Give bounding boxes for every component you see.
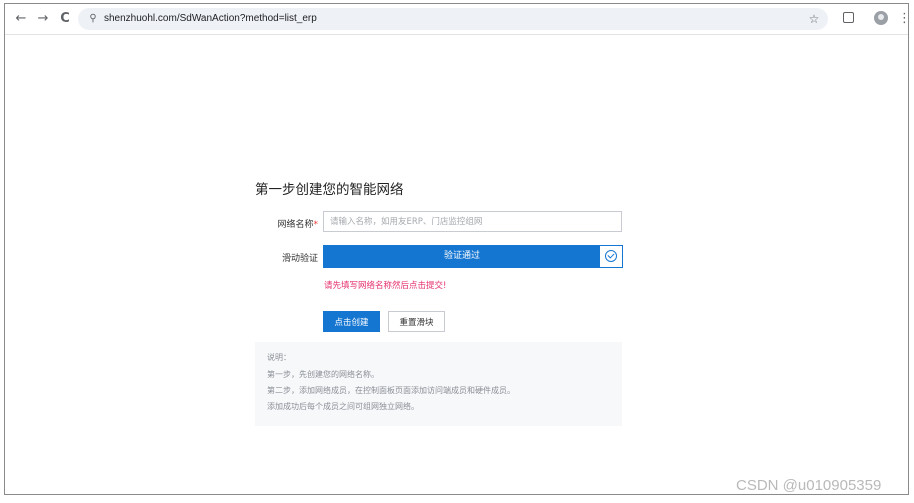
bookmark-star-icon[interactable]: ☆	[806, 10, 822, 28]
check-circle-icon	[605, 250, 617, 262]
site-info-icon[interactable]: ⚲	[86, 11, 100, 27]
back-icon[interactable]: ←	[13, 11, 29, 27]
extensions-icon[interactable]	[843, 12, 854, 23]
profile-avatar[interactable]	[874, 11, 888, 25]
instructions-panel: 说明： 第一步，先创建您的网络名称。 第二步，添加网络成员，在控制面板页面添加访…	[255, 342, 622, 426]
network-name-label: 网络名称*	[277, 220, 319, 230]
validation-warning: 请先填写网络名称然后点击提交!	[324, 281, 447, 291]
instructions-line: 第二步，添加网络成员，在控制面板页面添加访问端成员和硬件成员。	[267, 386, 515, 395]
slide-verify-status: 验证通过	[443, 251, 480, 261]
create-button[interactable]: 点击创建	[323, 311, 380, 332]
instructions-title: 说明：	[267, 353, 291, 362]
watermark: CSDN @u010905359	[736, 477, 882, 494]
forward-icon[interactable]: →	[35, 11, 51, 27]
reload-icon[interactable]: C	[57, 11, 73, 27]
url-text[interactable]: shenzhuohl.com/SdWanAction?method=list_e…	[104, 8, 317, 30]
instructions-line: 第一步，先创建您的网络名称。	[267, 370, 379, 379]
address-bar[interactable]: ⚲ shenzhuohl.com/SdWanAction?method=list…	[78, 8, 828, 30]
network-name-input[interactable]	[323, 211, 622, 232]
reset-slider-button[interactable]: 重置滑块	[388, 311, 445, 332]
page-title: 第一步创建您的智能网络	[255, 182, 404, 198]
slide-verify-label: 滑动验证	[281, 254, 318, 264]
instructions-line: 添加成功后每个成员之间可组网独立网络。	[267, 402, 419, 411]
slide-verify-track[interactable]: 验证通过	[323, 245, 623, 268]
menu-icon[interactable]: ⋮	[898, 10, 911, 28]
slide-verify-handle[interactable]	[600, 246, 622, 267]
required-mark: *	[313, 220, 319, 230]
browser-toolbar: ← → C ⚲ shenzhuohl.com/SdWanAction?metho…	[5, 4, 911, 35]
